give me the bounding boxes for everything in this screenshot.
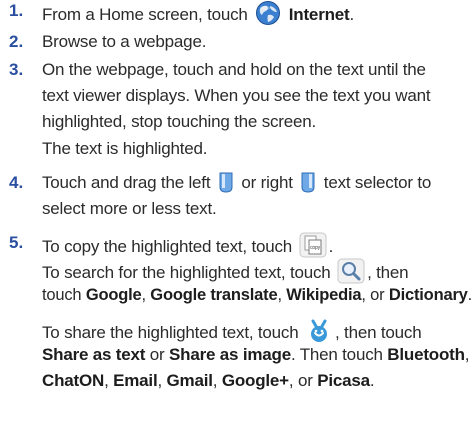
step-3-line-1: On the webpage, touch and hold on the te…: [42, 60, 426, 79]
step-number: 4.: [9, 173, 24, 192]
step-5-line-3: touch Google, Google translate, Wikipedi…: [42, 285, 473, 304]
svg-text:copy: copy: [310, 245, 320, 251]
instructions-page: 1. From a Home screen, touch Internet. 2…: [0, 0, 476, 437]
copy-icon: copy: [299, 232, 327, 258]
right-text-selector-icon: [299, 172, 317, 194]
step-number: 2.: [9, 32, 24, 51]
step-5-line-2: To search for the highlighted text, touc…: [42, 258, 409, 284]
left-text-selector-icon: [217, 172, 235, 194]
globe-icon: [254, 0, 282, 26]
step-4-line-2: select more or less text.: [42, 199, 217, 218]
step-5-line-6: ChatON, Email, Gmail, Google+, or Picasa…: [42, 371, 375, 390]
step-3-line-3: highlighted, stop touching the screen.: [42, 112, 317, 131]
step-number: 5.: [9, 233, 24, 252]
step-1-line-1: From a Home screen, touch Internet.: [42, 0, 354, 26]
step-5-line-5: Share as text or Share as image. Then to…: [42, 345, 470, 364]
share-icon: [305, 318, 333, 344]
search-icon: [337, 258, 365, 284]
step-4-line-1: Touch and drag the left or right text se…: [42, 172, 432, 194]
step-3-line-4: The text is highlighted.: [42, 139, 208, 158]
step-number: 3.: [9, 60, 24, 79]
step-5-line-1: To copy the highlighted text, touch copy…: [42, 232, 333, 258]
step-5-line-4: To share the highlighted text, touch , t…: [42, 318, 422, 344]
step-number: 1.: [9, 1, 24, 20]
step-3-line-2: text viewer displays. When you see the t…: [42, 86, 431, 105]
step-2-line-1: Browse to a webpage.: [42, 32, 207, 51]
